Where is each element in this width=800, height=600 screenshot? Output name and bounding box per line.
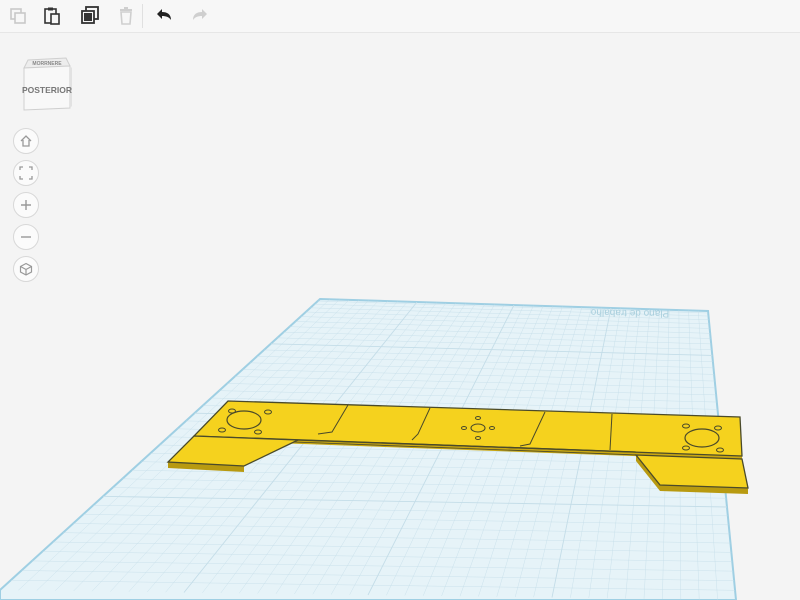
viewport-3d[interactable]: Plano de trabalho <box>0 0 800 600</box>
workplane-label: Plano de trabalho <box>590 306 669 318</box>
